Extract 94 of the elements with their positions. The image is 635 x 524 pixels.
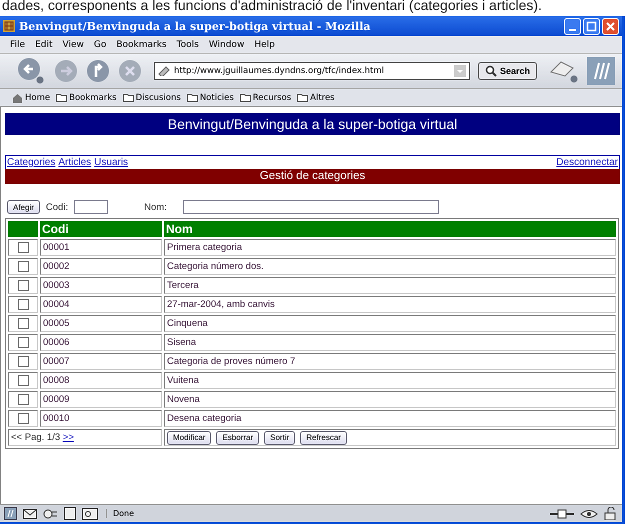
reload-icon[interactable]	[86, 59, 110, 83]
window-title: Benvingut/Benvinguda a la super-botiga virtual - Mozilla	[19, 20, 372, 32]
table-cell: Categoria de proves número 7	[164, 353, 616, 370]
minimize-button[interactable]	[564, 18, 581, 34]
column-header: Nom	[164, 221, 616, 237]
table-cell: 27-mar-2004, amb canvis	[164, 296, 616, 313]
eye-icon	[580, 508, 598, 520]
add-button[interactable]: Afegir	[7, 200, 40, 214]
table-cell: Vuitena	[164, 372, 616, 389]
table-cell: Novena	[164, 391, 616, 408]
menu-item[interactable]: File	[10, 40, 26, 50]
bookmark-item[interactable]: Discusions	[122, 92, 181, 102]
row-checkbox[interactable]	[18, 298, 28, 310]
close-icon	[604, 20, 617, 32]
mail-icon[interactable]	[23, 508, 37, 520]
bookmark-item[interactable]: Home	[12, 92, 50, 102]
row-checkbox[interactable]	[18, 336, 28, 348]
row-checkbox[interactable]	[18, 280, 28, 291]
minimize-icon	[569, 29, 576, 31]
header-cell	[8, 221, 38, 237]
search-icon	[485, 65, 497, 77]
menu-item[interactable]: Help	[254, 40, 275, 50]
menu-item[interactable]: Tools	[176, 40, 199, 50]
maximize-button[interactable]	[583, 18, 600, 34]
nav-link[interactable]: Articles	[58, 157, 92, 168]
action-button[interactable]: Esborrar	[216, 430, 260, 444]
section-title: Gestió de categories	[5, 169, 620, 184]
table-cell: Desena categoria	[164, 410, 616, 427]
maximize-icon	[585, 20, 598, 32]
address-book-icon[interactable]	[82, 508, 98, 520]
folder-icon	[240, 93, 251, 102]
table-cell: 00010	[40, 410, 162, 427]
table-cell: 00006	[40, 334, 162, 351]
bookmark-item[interactable]: Bookmarks	[56, 92, 117, 102]
column-header: Codi	[40, 221, 162, 237]
status-text: Done	[106, 509, 542, 518]
table-cell: Sisena	[164, 334, 616, 351]
menu-item[interactable]: View	[62, 40, 84, 50]
folder-icon	[297, 93, 308, 102]
app-icon	[3, 20, 15, 32]
caption-text: dades, corresponents a les funcions d'administració de l'inventari (categories i articles).	[1, 0, 543, 15]
menu-item[interactable]: Go	[94, 40, 106, 50]
table-cell: 00007	[40, 353, 162, 370]
bookmark-item[interactable]: Recursos	[240, 92, 292, 102]
action-button[interactable]: Modificar	[167, 430, 212, 444]
row-checkbox[interactable]	[18, 412, 28, 424]
codi-label: Codi:	[46, 202, 68, 212]
table-cell: 00005	[40, 315, 162, 332]
logo-icon	[587, 57, 616, 85]
table-cell: 00002	[40, 258, 162, 275]
navigator-icon[interactable]	[4, 507, 17, 520]
chat-icon[interactable]	[43, 508, 58, 520]
table-cell: 00001	[40, 239, 162, 256]
table-cell: 00009	[40, 391, 162, 408]
row-checkbox[interactable]	[18, 356, 28, 367]
search-button[interactable]: Search	[478, 62, 538, 80]
page-icon	[158, 66, 170, 76]
bookmark-item[interactable]: Altres	[297, 92, 335, 102]
table-cell: 00003	[40, 277, 162, 294]
menu-item[interactable]: Edit	[35, 40, 52, 50]
url-field[interactable]: http://www.jguillaumes.dyndns.org/tfc/index.html	[154, 62, 470, 80]
nom-label: Nom:	[144, 202, 167, 212]
row-checkbox[interactable]	[18, 242, 28, 253]
table-cell: Primera categoria	[164, 239, 616, 256]
logout-link[interactable]: Desconnectar	[556, 157, 618, 168]
codi-field[interactable]	[74, 200, 108, 214]
menu-item[interactable]: Bookmarks	[116, 40, 167, 50]
row-checkbox[interactable]	[18, 374, 28, 386]
row-checkbox[interactable]	[18, 318, 28, 329]
folder-icon	[122, 93, 134, 102]
connection-icon	[550, 508, 574, 518]
table-cell: 00004	[40, 296, 162, 313]
action-button[interactable]: Refrescar	[300, 430, 347, 444]
menu-item[interactable]: Window	[208, 40, 244, 50]
nav-link[interactable]: Usuaris	[94, 157, 128, 168]
nom-field[interactable]	[182, 200, 439, 214]
table-cell: Categoria número dos.	[164, 258, 616, 275]
folder-icon	[56, 93, 68, 102]
bookmark-item[interactable]: Noticies	[186, 92, 234, 102]
table-cell: Tercera	[164, 277, 616, 294]
table-cell: Cinquena	[164, 315, 616, 332]
lock-icon	[604, 507, 618, 520]
row-checkbox[interactable]	[18, 394, 28, 405]
row-checkbox[interactable]	[18, 260, 28, 272]
close-button[interactable]	[602, 18, 619, 34]
next-page-link[interactable]: >>	[62, 432, 74, 443]
action-button[interactable]: Sortir	[264, 430, 296, 444]
page-banner: Benvingut/Benvinguda a la super-botiga virtual	[5, 113, 620, 135]
folder-icon	[186, 93, 198, 102]
home-icon	[12, 92, 23, 102]
table-cell: 00008	[40, 372, 162, 389]
back-icon[interactable]	[16, 56, 46, 86]
page-indicator: << Pag. 1/3	[11, 432, 60, 443]
nav-link[interactable]: Categories	[7, 157, 56, 168]
